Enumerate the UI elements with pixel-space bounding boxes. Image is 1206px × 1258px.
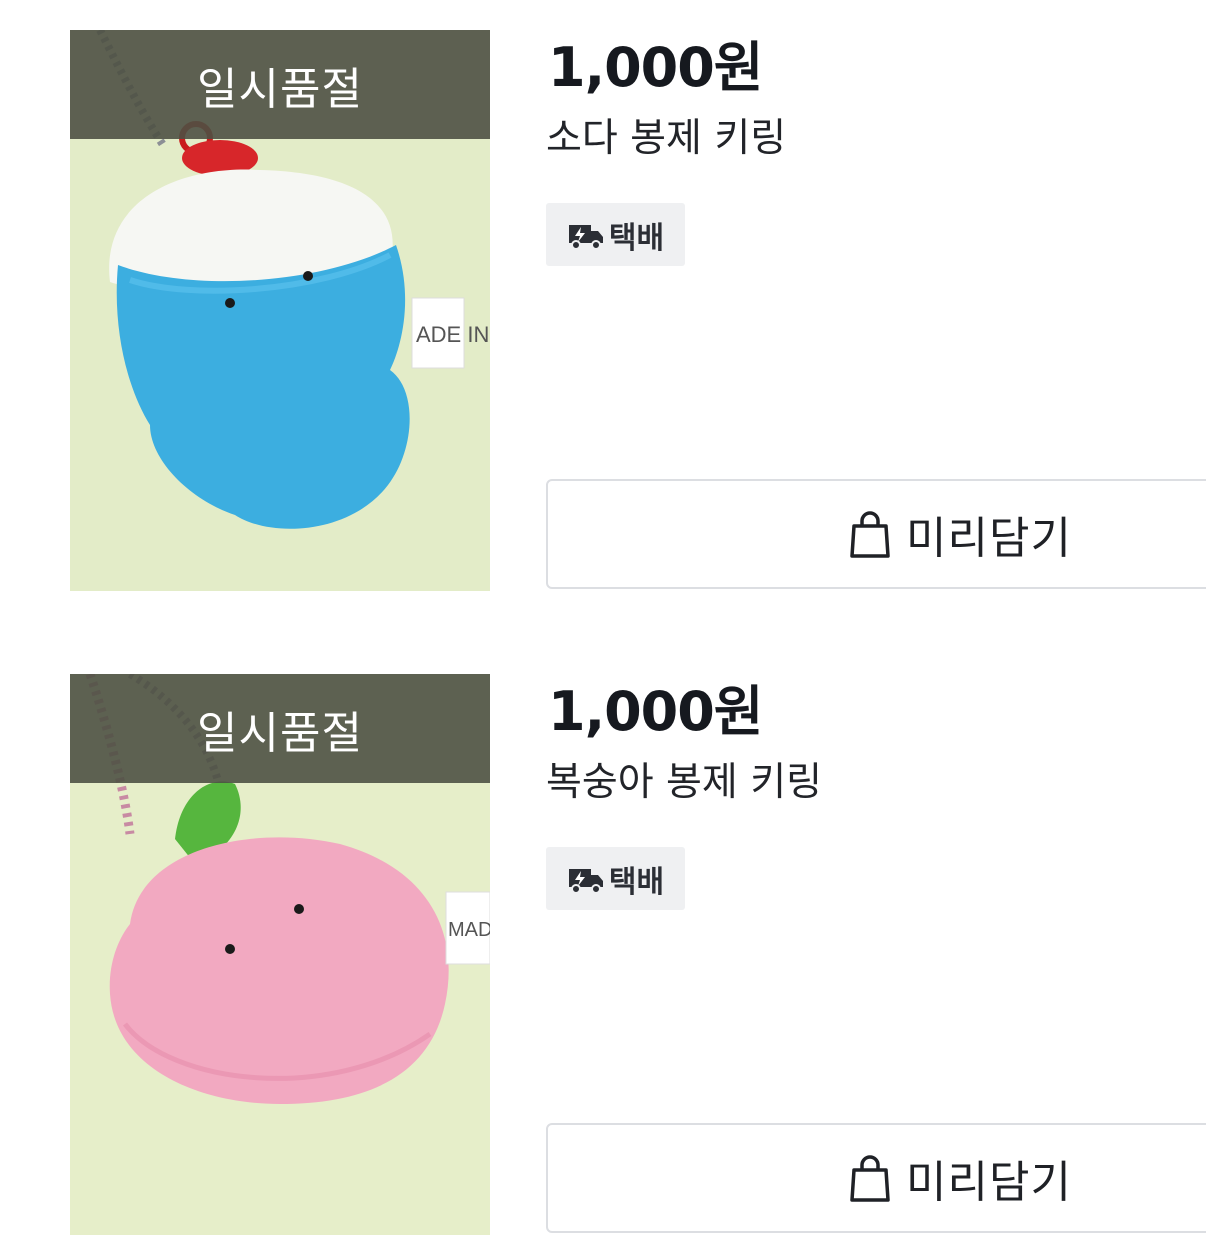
product-name[interactable]: 복숭아 봉제 키링 (546, 758, 822, 808)
product-price: 1,000원 (548, 36, 763, 99)
tag-text: ADE IN (416, 322, 489, 347)
truck-lightning-icon (568, 868, 603, 894)
truck-lightning-icon (568, 224, 603, 250)
product-price: 1,000원 (548, 680, 763, 743)
shopping-bag-icon (850, 1155, 890, 1202)
soldout-label: 일시품절 (197, 707, 363, 759)
product-card[interactable]: ADE IN 일시품절 1,000원 소다 봉제 키링 택배 미리담기 (0, 30, 1206, 592)
product-image[interactable]: MADE 일시품절 (70, 674, 490, 1235)
delivery-badge: 택배 (546, 847, 685, 910)
tag-text: MADE (448, 919, 490, 941)
shopping-bag-icon (850, 511, 890, 558)
prebag-button[interactable]: 미리담기 (546, 1123, 1206, 1233)
prebag-button-label: 미리담기 (906, 513, 1072, 564)
prebag-button-label: 미리담기 (906, 1157, 1072, 1208)
soldout-overlay: 일시품절 (70, 30, 490, 139)
soldout-label: 일시품절 (197, 63, 363, 115)
soldout-overlay: 일시품절 (70, 674, 490, 783)
product-card[interactable]: MADE 일시품절 1,000원 복숭아 봉제 키링 택배 미리담기 (0, 674, 1206, 1236)
delivery-label: 택배 (608, 220, 665, 256)
prebag-button[interactable]: 미리담기 (546, 479, 1206, 589)
product-image[interactable]: ADE IN 일시품절 (70, 30, 490, 591)
delivery-badge: 택배 (546, 203, 685, 266)
delivery-label: 택배 (608, 864, 665, 900)
product-name[interactable]: 소다 봉제 키링 (546, 114, 786, 164)
